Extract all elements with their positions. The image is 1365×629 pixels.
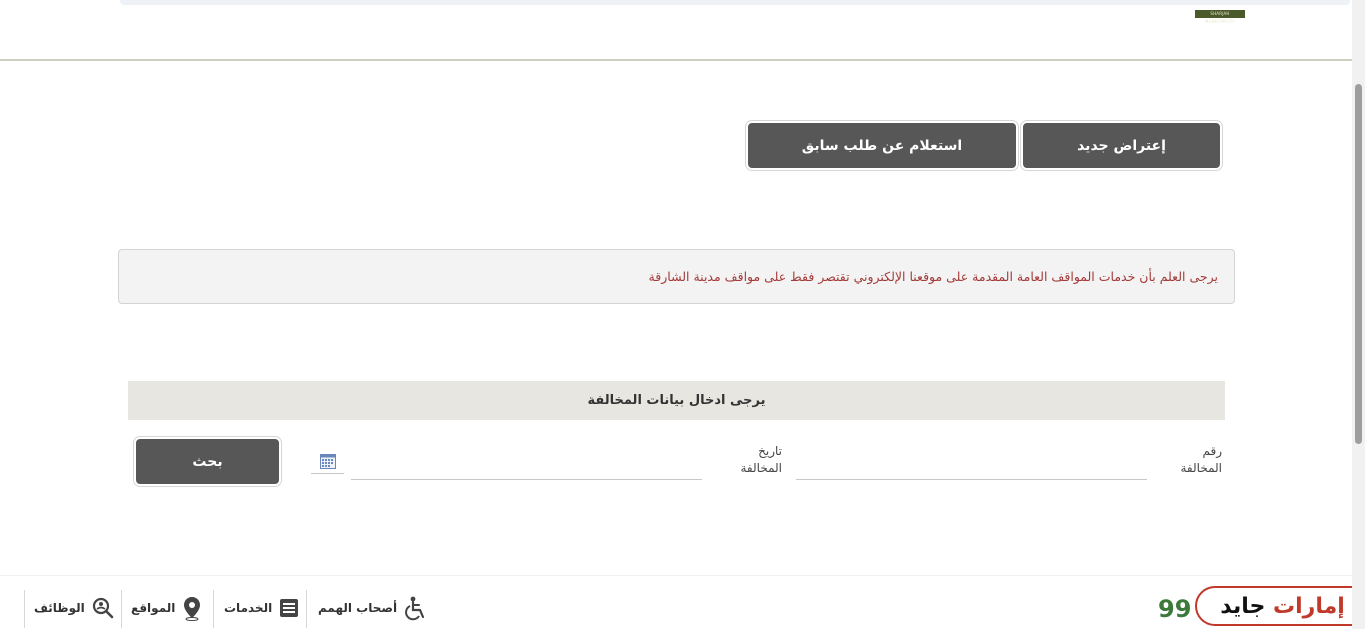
footer-separator xyxy=(24,590,25,628)
form-title-bar: يرجى ادخال بيانات المخالفة xyxy=(128,381,1225,420)
inquiry-previous-button[interactable]: استعلام عن طلب سابق xyxy=(746,121,1018,170)
notice-text: يرجى العلم بأن خدمات المواقف العامة المق… xyxy=(648,269,1218,284)
brand-watermark: إمارات جايد xyxy=(1195,586,1365,626)
form-title: يرجى ادخال بيانات المخالفة xyxy=(587,393,766,408)
new-objection-button[interactable]: إعتراض جديد xyxy=(1021,121,1222,170)
calendar-button[interactable] xyxy=(311,449,344,474)
violation-date-label: تاريخ المخالفة xyxy=(740,444,783,475)
footer-separator xyxy=(213,590,214,628)
location-pin-icon xyxy=(184,597,201,621)
parking-notice: يرجى العلم بأن خدمات المواقف العامة المق… xyxy=(118,249,1235,304)
search-people-icon xyxy=(92,597,114,619)
footer-separator xyxy=(306,590,307,628)
footer-item-jobs[interactable]: الوظائف xyxy=(34,590,115,626)
footer-separator xyxy=(121,590,122,628)
hotline-number: 99 xyxy=(1158,595,1192,623)
violation-number-input[interactable] xyxy=(796,456,1147,480)
footer-item-locations[interactable]: المواقع xyxy=(131,590,203,626)
violation-number-label: رقم المخالفة xyxy=(1180,444,1223,475)
scroll-thumb[interactable] xyxy=(1355,84,1362,444)
municipality-logo: SHARJAH MUNICIPALITY xyxy=(1195,10,1245,24)
list-icon xyxy=(280,599,299,617)
search-button[interactable]: بحث xyxy=(134,437,281,486)
top-strip xyxy=(120,0,1350,5)
calendar-icon xyxy=(319,453,336,469)
vertical-scrollbar[interactable] xyxy=(1352,0,1365,629)
footer-item-services[interactable]: الخدمات xyxy=(224,590,300,626)
header-divider xyxy=(0,59,1352,61)
violation-date-input[interactable] xyxy=(351,456,702,480)
footer-item-people-of-determination[interactable]: أصحاب الهمم xyxy=(318,590,429,626)
wheelchair-icon xyxy=(405,596,425,621)
